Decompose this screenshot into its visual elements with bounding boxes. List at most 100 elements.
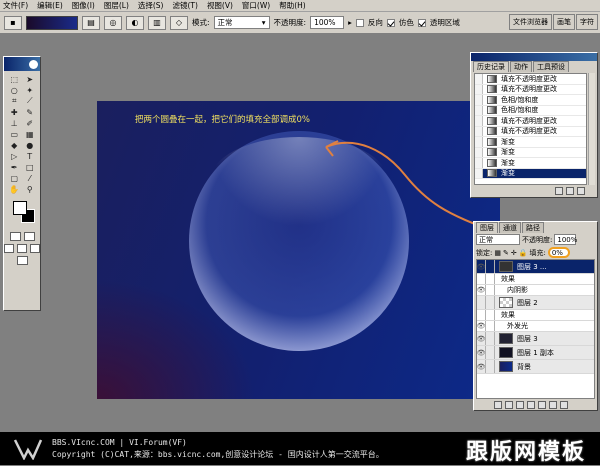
eye-icon[interactable] [477, 296, 486, 309]
tab-file-browser[interactable]: 文件浏览器 [509, 14, 552, 30]
tab-history[interactable]: 历史记录 [473, 61, 509, 72]
layer-style-icon[interactable] [505, 401, 513, 409]
menu-file[interactable]: 文件(F) [3, 0, 28, 11]
notes-tool-icon[interactable]: ▢ [7, 173, 22, 183]
transparency-checkbox[interactable] [417, 18, 426, 27]
trash-icon[interactable] [577, 187, 585, 195]
layer-set-icon[interactable] [527, 401, 535, 409]
tab-layers[interactable]: 图层 [476, 222, 498, 233]
opacity-arrow-icon[interactable]: ▸ [348, 18, 352, 27]
layer-row[interactable]: 图层 2 [477, 296, 594, 310]
jump-to-imageready-icon[interactable] [16, 256, 28, 265]
history-titlebar[interactable] [471, 53, 597, 61]
radial-gradient-button[interactable]: ◎ [104, 15, 122, 30]
screen-mode-full-icon[interactable] [17, 244, 27, 253]
menu-layer[interactable]: 图层(L) [104, 0, 129, 11]
screen-mode-standard-icon[interactable] [4, 244, 14, 253]
lock-all-icon[interactable]: 🔒 [519, 249, 528, 257]
delete-layer-icon[interactable] [560, 401, 568, 409]
tab-paths[interactable]: 路径 [522, 222, 544, 233]
snapshot-icon[interactable] [566, 187, 574, 195]
link-layers-icon[interactable] [494, 401, 502, 409]
magic-wand-icon[interactable]: ✦ [23, 85, 38, 95]
hand-tool-icon[interactable]: ✋ [7, 184, 22, 194]
menu-select[interactable]: 选择(S) [138, 0, 164, 11]
healing-brush-icon[interactable]: ✚ [7, 107, 22, 117]
effect-row[interactable]: 👁 外发光 [477, 321, 594, 332]
effect-row[interactable]: 👁 内阴影 [477, 285, 594, 296]
eyedropper-icon[interactable]: ⁄ [23, 173, 38, 183]
menu-view[interactable]: 视图(V) [207, 0, 233, 11]
eye-icon[interactable]: 👁 [477, 346, 486, 359]
brush-tool-icon[interactable]: ✎ [23, 107, 38, 117]
list-item[interactable]: 填充不透明度更改 [475, 84, 586, 95]
tab-channels[interactable]: 通道 [499, 222, 521, 233]
menu-filter[interactable]: 滤镜(T) [173, 0, 198, 11]
list-item[interactable]: 渐变 [475, 147, 586, 158]
history-scrollbar[interactable] [588, 73, 595, 185]
marquee-tool-icon[interactable]: ⬚ [7, 74, 22, 84]
tab-character[interactable]: 字符 [576, 14, 598, 30]
eye-icon[interactable]: 👁 [477, 360, 486, 373]
menu-image[interactable]: 图像(I) [72, 0, 95, 11]
dodge-tool-icon[interactable]: ● [23, 140, 38, 150]
tool-preset-button[interactable]: ▪ [4, 15, 22, 30]
eye-icon[interactable]: 👁 [477, 321, 486, 331]
reflected-gradient-button[interactable]: ▥ [148, 15, 166, 30]
shape-tool-icon[interactable]: □ [23, 162, 38, 172]
diamond-gradient-button[interactable]: ◇ [170, 15, 188, 30]
eye-icon[interactable]: 👁 [477, 332, 486, 345]
quick-mask-icon[interactable] [23, 232, 35, 241]
menu-help[interactable]: 帮助(H) [279, 0, 306, 11]
effects-header[interactable]: 效果 [477, 274, 594, 285]
opacity-input[interactable]: 100% [310, 16, 345, 29]
layer-row[interactable]: 👁 背景 [477, 360, 594, 374]
tab-tool-presets[interactable]: 工具预设 [533, 61, 569, 72]
lock-move-icon[interactable]: ✛ [511, 249, 517, 257]
fill-input[interactable]: 0% [547, 247, 570, 258]
foreground-color[interactable] [13, 201, 27, 215]
history-brush-icon[interactable]: ✐ [23, 118, 38, 128]
screen-mode-black-icon[interactable] [30, 244, 40, 253]
layer-row[interactable]: 👁 图层 3 [477, 332, 594, 346]
list-item-selected[interactable]: 渐变 [475, 168, 586, 179]
tab-actions[interactable]: 动作 [510, 61, 532, 72]
move-tool-icon[interactable]: ➤ [23, 74, 38, 84]
blur-tool-icon[interactable]: ◆ [7, 140, 22, 150]
list-item[interactable]: 渐变 [475, 137, 586, 148]
blend-mode-select[interactable]: 正常 [476, 234, 520, 245]
layer-row[interactable]: 👁 图层 1 副本 [477, 346, 594, 360]
adjustment-layer-icon[interactable] [538, 401, 546, 409]
eraser-tool-icon[interactable]: ▭ [7, 129, 22, 139]
lock-transparency-icon[interactable]: ▦ [494, 249, 501, 257]
gradient-tool-icon[interactable]: ▦ [23, 129, 38, 139]
zoom-tool-icon[interactable]: ⚲ [23, 184, 38, 194]
type-tool-icon[interactable]: T [23, 151, 38, 161]
layer-mask-icon[interactable] [516, 401, 524, 409]
menu-edit[interactable]: 编辑(E) [37, 0, 63, 11]
lock-paint-icon[interactable]: ✎ [503, 249, 509, 257]
eye-icon[interactable]: 👁 [477, 260, 486, 273]
menu-window[interactable]: 窗口(W) [242, 0, 270, 11]
layer-row[interactable]: 👁 图层 3 ... [477, 260, 594, 274]
list-item[interactable]: 填充不透明度更改 [475, 126, 586, 137]
layer-opacity-input[interactable]: 100% [554, 234, 577, 245]
standard-mode-icon[interactable] [9, 232, 21, 241]
stamp-tool-icon[interactable]: ⊥ [7, 118, 22, 128]
eye-icon[interactable]: 👁 [477, 285, 486, 295]
mode-select[interactable]: 正常 ▾ [213, 16, 270, 29]
list-item[interactable]: 色相/饱和度 [475, 105, 586, 116]
gradient-picker[interactable] [26, 15, 78, 30]
list-item[interactable]: 渐变 [475, 158, 586, 169]
adobe-logo-icon[interactable] [29, 59, 38, 69]
effects-header[interactable]: 效果 [477, 310, 594, 321]
lasso-tool-icon[interactable]: ○ [7, 85, 22, 95]
document-canvas[interactable]: 把两个圆叠在一起，把它们的填充全部调成0% [97, 101, 500, 399]
linear-gradient-button[interactable]: ▤ [82, 15, 100, 30]
dither-checkbox[interactable] [386, 18, 395, 27]
list-item[interactable]: 色相/饱和度 [475, 95, 586, 106]
new-document-icon[interactable] [555, 187, 563, 195]
crop-tool-icon[interactable]: ⌗ [7, 96, 22, 106]
pen-tool-icon[interactable]: ✒ [7, 162, 22, 172]
reverse-checkbox[interactable] [355, 18, 364, 27]
